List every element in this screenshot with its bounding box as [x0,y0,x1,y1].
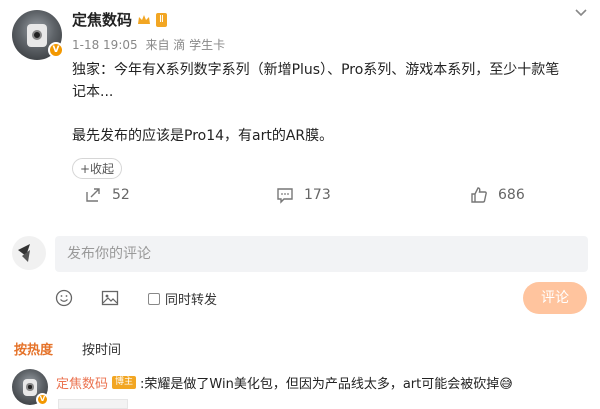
verified-badge: V [48,42,64,58]
image-icon[interactable] [101,289,119,307]
user-avatar-icon [18,244,30,262]
comment-image-preview[interactable] [58,399,128,409]
my-avatar[interactable] [12,236,46,270]
comment-username[interactable]: 定焦数码 [56,373,108,392]
comment-icon [277,188,293,204]
post-body: 独家：今年有X系列数字系列（新增Plus）、Pro系列、游戏本系列，至少十款笔 … [72,59,592,147]
post-time[interactable]: 1-18 19:05 [72,38,138,52]
thumbs-up-icon [471,187,487,203]
lens-icon [26,383,34,391]
author-badge: 博主 [112,376,137,389]
crown-icon [138,14,151,24]
like-action[interactable]: 686 [470,186,525,204]
collapse-button[interactable]: +收起 [72,158,123,179]
like-count: 686 [498,187,525,203]
level-badge: Ⅱ [156,12,167,27]
repost-option[interactable]: 同时转发 [148,289,217,308]
post-source: 来自 滴 学生卡 [145,38,226,52]
tab-hot[interactable]: 按热度 [14,339,53,358]
chevron-down-icon[interactable] [574,8,588,18]
share-action[interactable]: 52 [84,186,130,204]
tab-time[interactable]: 按时间 [82,339,121,358]
lens-icon [32,30,42,40]
comment-row: 定焦数码 博主 :荣耀是做了Win美化包，但因为产品线太多，art可能会被砍掉😅 [56,373,513,392]
post-text-line: 最先发布的应该是Pro14，有art的AR膜。 [72,128,334,144]
comment-text: :荣耀是做了Win美化包，但因为产品线太多，art可能会被砍掉😅 [140,377,513,392]
post-text-line: 记本... [72,84,114,100]
emoji-icon[interactable] [55,289,73,307]
submit-comment-button[interactable]: 评论 [523,282,587,314]
share-count: 52 [112,187,130,203]
repost-label: 同时转发 [165,293,218,308]
repost-checkbox[interactable] [148,292,160,305]
share-icon [86,188,100,202]
comment-action[interactable]: 173 [276,186,331,204]
post-text-line: 独家：今年有X系列数字系列（新增Plus）、Pro系列、游戏本系列，至少十款笔 [72,62,560,78]
post-meta: 1-18 19:05 来自 滴 学生卡 [72,36,225,53]
verified-badge: V [36,393,49,406]
username[interactable]: 定焦数码 [72,9,132,30]
post-header-name-row: 定焦数码 Ⅱ [72,9,167,30]
comment-count: 173 [304,187,331,203]
comment-input[interactable]: 发布你的评论 [55,236,588,272]
